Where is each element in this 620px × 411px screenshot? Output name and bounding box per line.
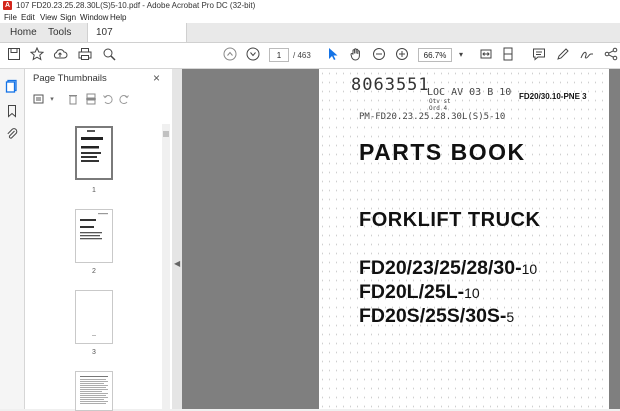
thumbnail-tools: ▾	[29, 93, 159, 109]
options-chevron-icon[interactable]: ▾	[45, 93, 59, 107]
main-toolbar: 1 / 463 66.7% ▾	[0, 43, 620, 69]
page-thumbnail-2[interactable]	[75, 209, 113, 263]
attachments-icon[interactable]	[5, 127, 19, 141]
page-number-input[interactable]: 1	[269, 48, 289, 62]
tab-document[interactable]: 107 FD20.23.25.28....×	[87, 23, 187, 57]
model-line-3: FD20S/25S/30S-5	[359, 305, 515, 327]
next-page-icon[interactable]	[245, 47, 261, 63]
bookmarks-icon[interactable]	[5, 104, 19, 118]
thumbnail-scrollbar[interactable]	[162, 124, 170, 409]
navigation-pane-rail	[0, 69, 25, 409]
page-thumbnail-3[interactable]	[75, 290, 113, 344]
rotate-left-icon[interactable]	[101, 93, 115, 107]
page-thumbnail-4[interactable]	[75, 371, 113, 411]
document-canvas: 8063551 LOC AV 03 B 10 Otv st Ord 4 PM-F…	[182, 69, 620, 409]
page-total: / 463	[293, 51, 311, 60]
part-reference: PM-FD20.23.25.28.30L(S)5-10	[359, 112, 506, 122]
parts-book-heading: PARTS BOOK	[359, 139, 526, 165]
page-thumbnail-1[interactable]	[75, 126, 113, 180]
panel-close-icon[interactable]: ×	[153, 71, 160, 85]
window-title: 107 FD20.23.25.28.30L(S)5-10.pdf - Adobe…	[16, 1, 256, 10]
hand-tool-icon[interactable]	[348, 47, 364, 63]
tab-bar: Home Tools 107 FD20.23.25.28....×	[0, 23, 620, 57]
sign-icon[interactable]	[579, 47, 595, 63]
zoom-out-icon[interactable]	[371, 47, 387, 63]
menu-bar: File Edit View Sign Window Help	[0, 12, 620, 23]
page-thumbnail-label: 1	[92, 187, 96, 194]
select-tool-icon[interactable]	[325, 47, 341, 63]
page-thumbnail-label: 3	[92, 349, 96, 356]
stamp-loc: LOC AV 03 B 10	[427, 87, 512, 98]
zoom-level-field[interactable]: 66.7%	[418, 48, 452, 62]
menu-help[interactable]: Help	[110, 12, 126, 23]
page-thumbnails-panel: Page Thumbnails × ▾ 1 2 3	[25, 69, 173, 411]
model-line-1: FD20/23/25/28/30-10	[359, 257, 538, 279]
insert-pages-icon[interactable]	[84, 93, 98, 107]
tab-home[interactable]: Home	[2, 23, 45, 42]
model-line-2: FD20L/25L-10	[359, 281, 480, 303]
rotate-right-icon[interactable]	[117, 93, 131, 107]
panel-title: Page Thumbnails	[33, 73, 107, 84]
stamp-small-1: Otv st	[429, 98, 451, 105]
zoom-dropdown-chevron-icon[interactable]: ▾	[453, 47, 469, 63]
zoom-in-icon[interactable]	[394, 47, 410, 63]
previous-page-icon[interactable]	[222, 47, 238, 63]
menu-sign[interactable]: Sign	[60, 12, 76, 23]
forklift-truck-heading: FORKLIFT TRUCK	[359, 209, 541, 231]
acrobat-app-icon: A	[3, 1, 12, 10]
print-icon[interactable]	[77, 47, 93, 63]
bookmark-star-icon[interactable]	[29, 46, 45, 63]
scroll-mode-icon[interactable]	[500, 47, 516, 63]
search-icon[interactable]	[101, 47, 117, 63]
save-icon[interactable]	[6, 47, 22, 63]
document-code: FD20/30.10-PNE 3	[519, 92, 587, 101]
menu-view[interactable]: View	[40, 12, 57, 23]
collapse-arrow-icon[interactable]: ◀	[174, 259, 180, 268]
page-thumbnail-label: 2	[92, 268, 96, 275]
delete-pages-icon[interactable]	[66, 93, 80, 107]
menu-file[interactable]: File	[4, 12, 17, 23]
cloud-upload-icon[interactable]	[52, 47, 68, 63]
stamp-small-2: Ord 4	[429, 105, 448, 112]
menu-edit[interactable]: Edit	[21, 12, 35, 23]
tab-tools[interactable]: Tools	[40, 23, 79, 42]
page-thumbnails-icon[interactable]	[5, 79, 19, 93]
stamp-number: 8063551	[351, 75, 430, 95]
comment-icon[interactable]	[531, 47, 547, 63]
panel-collapse-strip[interactable]: ◀	[172, 69, 182, 409]
share-icon[interactable]	[603, 47, 619, 63]
highlight-pen-icon[interactable]	[555, 47, 571, 63]
thumbnail-scrollbar-thumb[interactable]	[163, 131, 169, 137]
menu-window[interactable]: Window	[80, 12, 108, 23]
pdf-page: 8063551 LOC AV 03 B 10 Otv st Ord 4 PM-F…	[319, 69, 609, 409]
fit-page-icon[interactable]	[478, 47, 494, 63]
